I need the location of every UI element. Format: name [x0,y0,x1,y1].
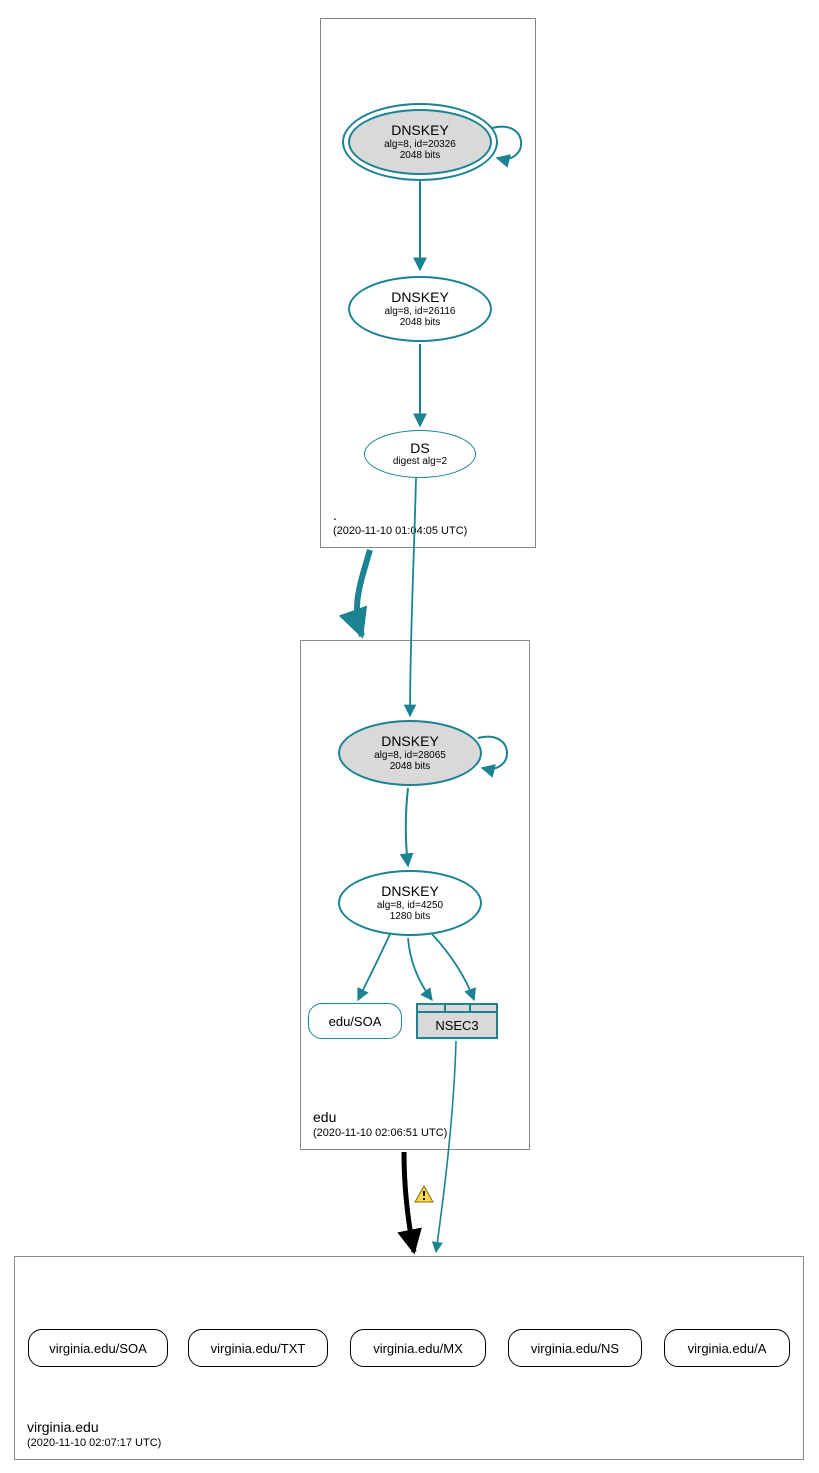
warning-icon [414,1185,434,1203]
zone-virginia-timestamp: (2020-11-10 02:07:17 UTC) [27,1437,161,1449]
zone-root-name: . [333,507,467,523]
virginia-record-txt: virginia.edu/TXT [188,1329,328,1367]
root-ksk-line2: alg=8, id=20326 [384,139,456,151]
edu-ksk-node: DNSKEY alg=8, id=28065 2048 bits [338,720,482,786]
edu-zsk-line3: 1280 bits [390,911,431,923]
virginia-record-soa: virginia.edu/SOA [28,1329,168,1367]
edu-ksk-line3: 2048 bits [390,761,431,773]
edu-zsk-line2: alg=8, id=4250 [377,900,443,912]
root-zsk-line2: alg=8, id=26116 [385,306,456,318]
root-zsk-node: DNSKEY alg=8, id=26116 2048 bits [348,276,492,342]
edu-nsec3-label: NSEC3 [435,1018,478,1033]
virginia-record-a-label: virginia.edu/A [688,1341,767,1356]
virginia-record-ns-label: virginia.edu/NS [531,1341,619,1356]
virginia-record-mx-label: virginia.edu/MX [373,1341,463,1356]
edu-zsk-title: DNSKEY [381,883,439,899]
zone-root-timestamp: (2020-11-10 01:04:05 UTC) [333,525,467,537]
root-ksk-line3: 2048 bits [400,150,441,162]
root-zsk-line3: 2048 bits [400,317,441,329]
virginia-record-a: virginia.edu/A [664,1329,790,1367]
zone-virginia-name: virginia.edu [27,1419,161,1435]
root-ksk-node: DNSKEY alg=8, id=20326 2048 bits [348,109,492,175]
virginia-record-ns: virginia.edu/NS [508,1329,642,1367]
virginia-record-mx: virginia.edu/MX [350,1329,486,1367]
zone-edu-label: edu (2020-11-10 02:06:51 UTC) [313,1109,447,1139]
zone-edu-name: edu [313,1109,447,1125]
edu-ksk-line2: alg=8, id=28065 [374,750,446,762]
zone-root-label: . (2020-11-10 01:04:05 UTC) [333,507,467,537]
virginia-record-soa-label: virginia.edu/SOA [49,1341,147,1356]
root-zsk-title: DNSKEY [391,289,449,305]
edu-nsec3-node: NSEC3 [416,1003,498,1039]
edu-soa-node: edu/SOA [308,1003,402,1039]
root-ds-node: DS digest alg=2 [364,430,476,478]
root-ksk-title: DNSKEY [391,122,449,138]
virginia-record-txt-label: virginia.edu/TXT [211,1341,306,1356]
root-ds-line2: digest alg=2 [393,456,447,468]
zone-edu-timestamp: (2020-11-10 02:06:51 UTC) [313,1127,447,1139]
edu-ksk-title: DNSKEY [381,733,439,749]
edu-zsk-node: DNSKEY alg=8, id=4250 1280 bits [338,870,482,936]
edu-soa-label: edu/SOA [329,1014,382,1029]
root-ds-title: DS [410,440,429,456]
zone-virginia-label: virginia.edu (2020-11-10 02:07:17 UTC) [27,1419,161,1449]
